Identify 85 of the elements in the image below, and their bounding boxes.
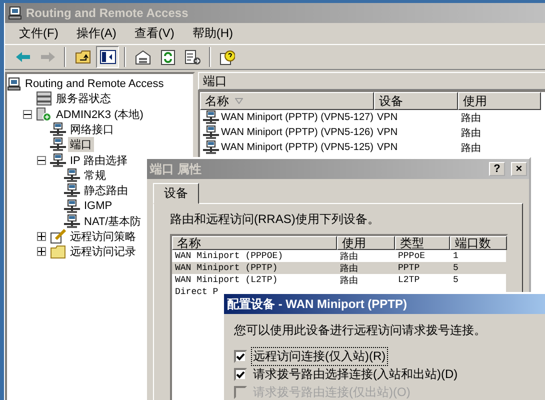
table-cell-text: 5 [452,275,460,285]
tree-item[interactable]: Routing and Remote Access [23,78,166,90]
column-header[interactable]: 端口数 [450,236,507,250]
table-cell-text: L2TP [397,275,421,285]
help-button[interactable]: ? [489,162,505,176]
expand-icon[interactable] [37,247,46,256]
network-icon [203,140,219,155]
table-cell: WAN Miniport (PPTP) (VPN5-125) [221,142,374,153]
tree-item[interactable]: 常规 [82,168,108,183]
table-cell-text: 路由 [339,250,359,262]
pane-title: 端口 [198,72,545,90]
table-cell-text: WAN Miniport (PPPOE) [174,251,284,261]
table-cell-text: PPTP [397,263,421,273]
table-cell: WAN Miniport (PPTP) (VPN5-126) [221,127,374,138]
tree-item[interactable]: 静态路由 [82,183,130,198]
checkbox-label: 远程访问连接(仅入站)(R) [252,348,387,365]
network-icon [50,152,66,168]
tree-item[interactable]: NAT/基本防 [82,214,144,229]
expand-icon[interactable] [37,232,46,242]
column-header[interactable]: 名称 [172,236,337,250]
checkbox-label: 请求拨号路由选择连接(入站和出站)(D) [252,366,459,383]
table-cell-text: 路由 [339,262,359,274]
network-icon [64,198,80,214]
tree-item[interactable]: 服务器状态 [54,91,113,106]
column-header[interactable]: 使用 [337,236,395,250]
folder-up-icon [74,50,90,64]
collapse-icon[interactable] [23,110,32,119]
refresh-icon [160,50,174,64]
table-cell-text: 1 [452,251,460,261]
policy-icon [50,229,66,244]
checkbox[interactable] [234,368,247,381]
sort-icon [235,98,243,104]
tree-pane-icon [100,50,116,64]
checkbox[interactable] [234,350,247,363]
tree-item[interactable]: 网络接口 [68,122,116,138]
collapse-icon[interactable] [37,156,46,165]
column-header[interactable]: 类型 [395,236,450,250]
forward-arrow-icon [40,52,54,62]
menu-item[interactable]: 查看(V) [126,23,182,44]
table-cell-text: VPN [376,127,399,138]
table-cell-text: WAN Miniport (PPTP) [174,263,279,273]
network-icon [64,168,80,183]
table-cell-text: 路由 [460,126,482,140]
network-icon [203,125,219,140]
toolbar-button[interactable] [96,46,119,68]
description-text: 您可以使用此设备进行远程访问请求拨号连接。 [234,322,487,339]
export-list-icon [184,50,200,64]
tree-item[interactable]: 远程访问记录 [68,244,138,260]
table-cell-text: 路由 [460,142,482,154]
tree-item[interactable]: 端口 [68,137,94,152]
network-icon [50,137,66,152]
table-cell-text: 5 [452,263,460,273]
folder-icon [50,244,66,259]
menu-item[interactable]: 文件(F) [11,23,66,44]
table-cell-text: WAN Miniport (L2TP) [174,275,279,285]
computer-icon [8,6,22,20]
table-cell-text: PPPoE [397,251,426,261]
tree-item[interactable]: ADMIN2K3 (本地) [54,106,146,122]
column-header[interactable]: 使用 [458,92,541,110]
window-title: Routing and Remote Access [26,6,190,20]
network-icon [203,110,219,125]
table-cell: WAN Miniport (PPTP) (VPN5-127) [221,112,374,123]
menu-item[interactable]: 操作(A) [68,23,124,44]
back-arrow-icon [16,52,30,62]
network-icon [50,122,66,138]
menu-item[interactable]: 帮助(H) [184,23,241,44]
dialog-title: 端口 属性 [150,160,202,178]
tree-item[interactable]: 远程访问策略 [68,229,138,244]
column-header[interactable]: 名称 [200,92,374,110]
help-icon [220,50,235,64]
table-cell-text: 路由 [339,274,359,286]
close-button[interactable]: × [511,162,527,176]
column-header[interactable]: 设备 [374,92,458,110]
network-icon [64,214,80,229]
server-icon [36,91,52,106]
dialog-title: 配置设备 - WAN Miniport (PPTP) [227,296,408,312]
tree-item[interactable]: IGMP [82,200,114,212]
table-cell-text: VPN [376,142,399,153]
description-text: 路由和远程访问(RRAS)使用下列设备。 [170,211,380,228]
table-cell-text: Direct P [174,287,218,297]
table-cell-text: 路由 [460,112,482,124]
network-icon [64,183,80,198]
tab[interactable]: 设备 [153,183,199,204]
tree-item[interactable]: IP 路由选择 [68,152,130,168]
table-cell-text: VPN [376,112,399,123]
